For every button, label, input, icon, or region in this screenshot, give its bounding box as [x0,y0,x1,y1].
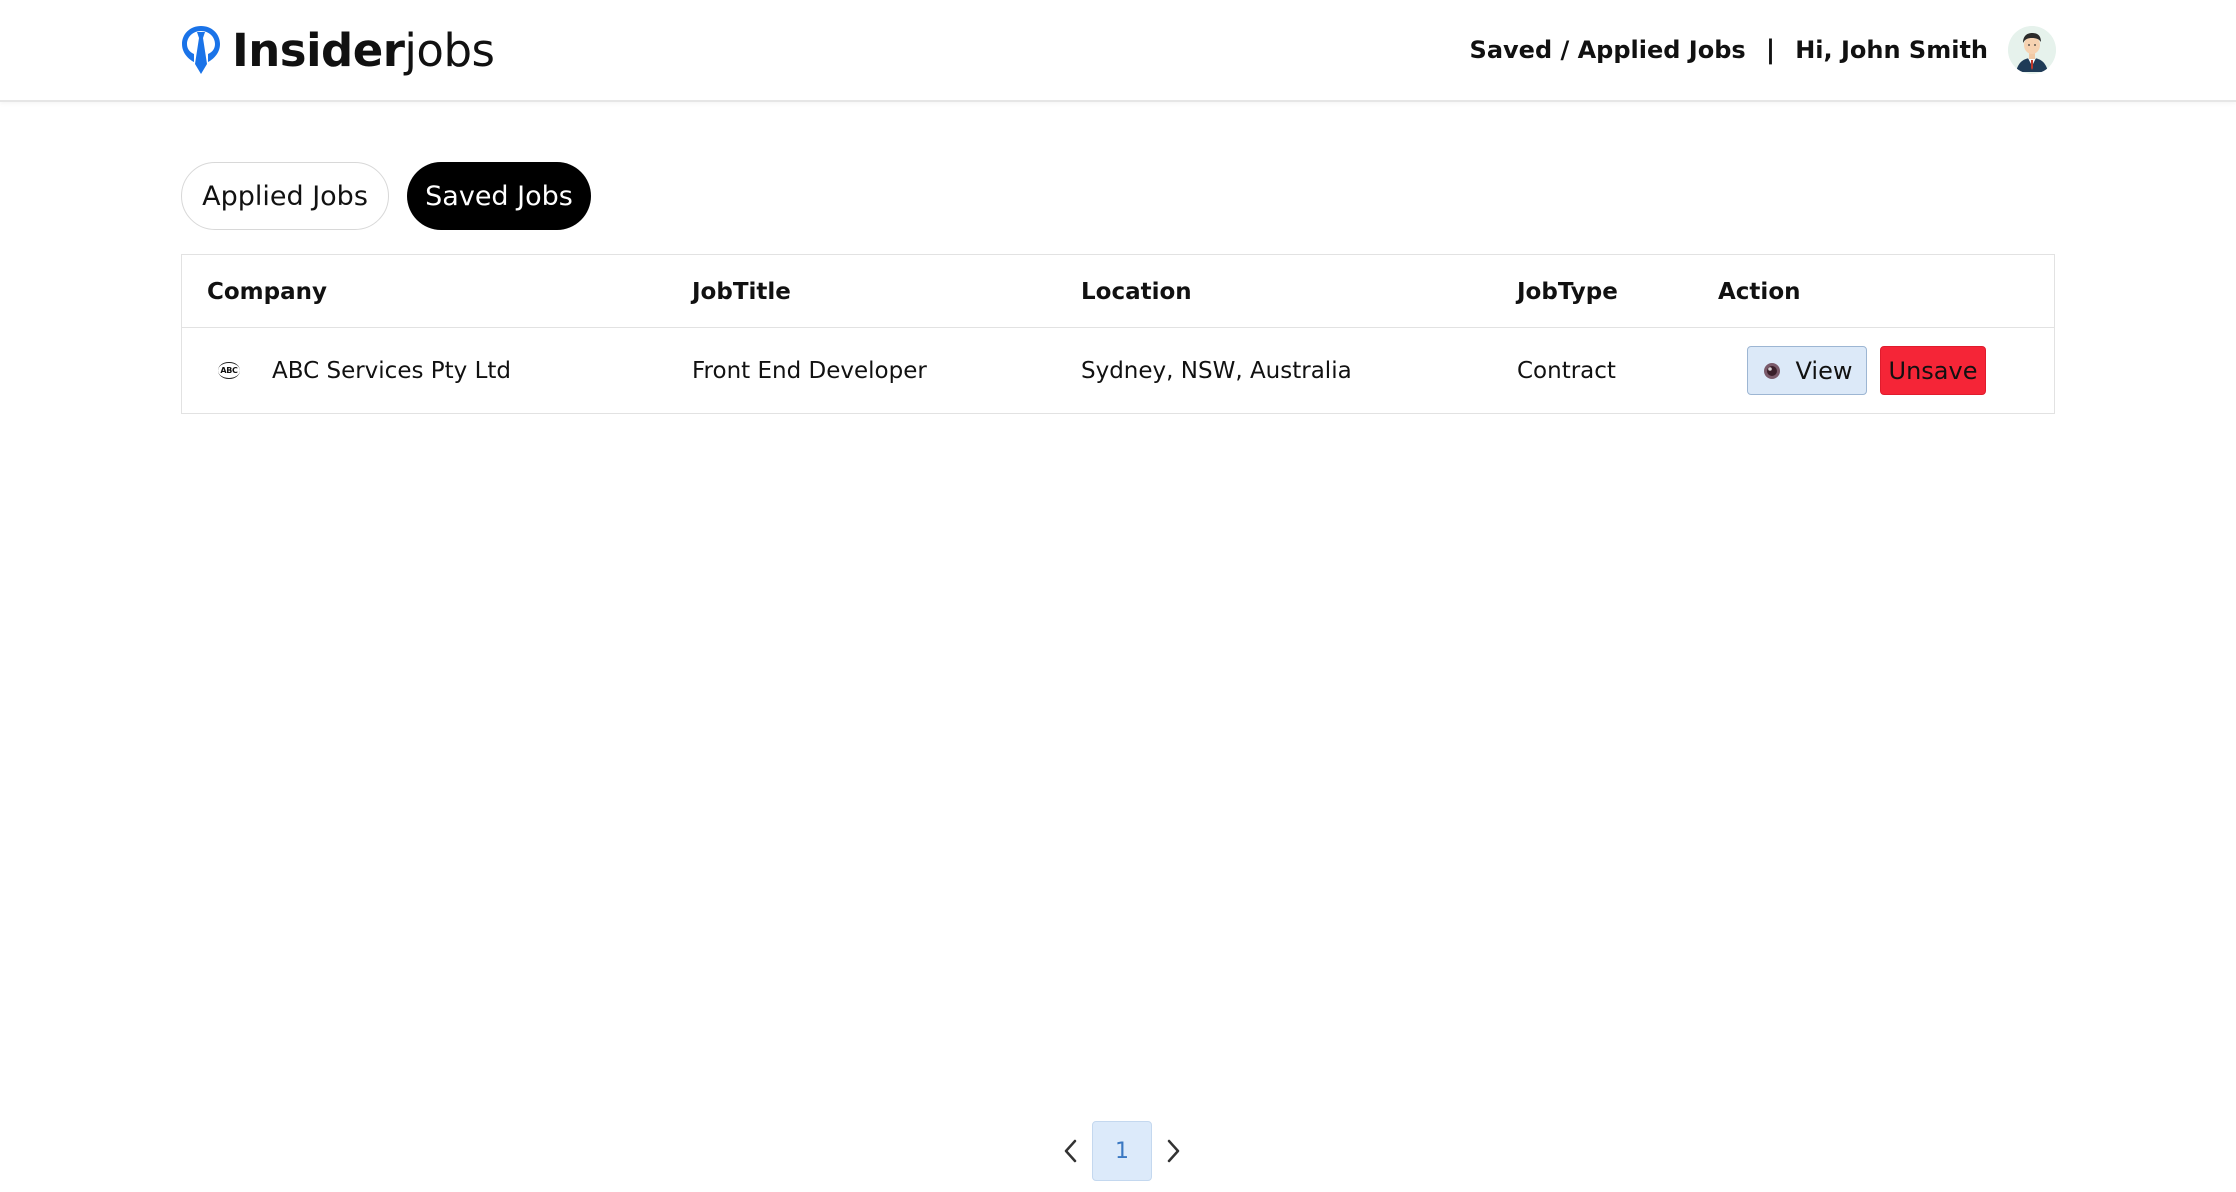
tab-applied-jobs[interactable]: Applied Jobs [181,162,389,230]
user-avatar-icon [2008,26,2056,74]
tab-saved-jobs[interactable]: Saved Jobs [407,162,591,230]
column-header-jobtitle: JobTitle [692,278,791,305]
job-tabs: Applied Jobs Saved Jobs [181,162,591,230]
saved-applied-jobs-link[interactable]: Saved / Applied Jobs [1470,36,1746,64]
pin-logo-icon [182,26,220,74]
pagination: 1 [1058,1121,1186,1181]
column-header-company: Company [207,278,327,305]
view-button[interactable]: View [1747,346,1867,395]
next-page-button[interactable] [1162,1121,1186,1181]
table-header: Company JobTitle Location JobType Action [182,255,2054,328]
company-logo: ABC [212,354,246,388]
location-cell: Sydney, NSW, Australia [1081,357,1352,384]
table-row: ABC ABC Services Pty Ltd Front End Devel… [182,328,2054,413]
chevron-left-icon [1064,1139,1077,1163]
page-number-button[interactable]: 1 [1092,1121,1152,1181]
top-navbar: Insiderjobs Saved / Applied Jobs | Hi, J… [0,0,2236,102]
prev-page-button[interactable] [1058,1121,1082,1181]
column-header-jobtype: JobType [1517,278,1618,305]
unsave-button[interactable]: Unsave [1880,346,1986,395]
chevron-right-icon [1167,1139,1180,1163]
logo-text-light: jobs [404,23,495,77]
job-type-cell: Contract [1517,357,1616,384]
company-logo-text: ABC [218,362,240,379]
job-title-cell: Front End Developer [692,357,927,384]
avatar[interactable] [2008,26,2056,74]
logo-text-strong: Insider [232,23,405,77]
user-greeting: Hi, John Smith [1795,36,1988,64]
column-header-action: Action [1718,278,1801,305]
column-header-location: Location [1081,278,1192,305]
view-button-label: View [1795,356,1853,385]
nav-separator: | [1765,35,1776,65]
logo[interactable]: Insiderjobs [180,23,495,77]
eye-icon [1763,362,1780,379]
saved-jobs-table: Company JobTitle Location JobType Action… [181,254,2055,414]
company-name: ABC Services Pty Ltd [272,357,512,384]
company-cell: ABC ABC Services Pty Ltd [207,328,511,413]
